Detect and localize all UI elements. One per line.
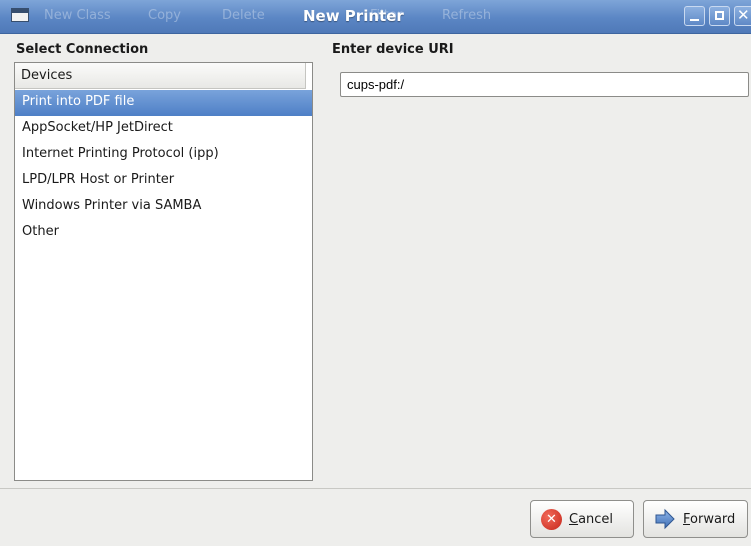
close-button[interactable]: ✕: [734, 6, 751, 26]
ghost-toolbar-item: New Class: [44, 8, 111, 23]
cancel-button[interactable]: ✕ Cancel: [530, 500, 634, 538]
list-item-print-into-pdf[interactable]: Print into PDF file: [15, 90, 312, 116]
minimize-icon: [690, 19, 699, 21]
list-item-ipp[interactable]: Internet Printing Protocol (ipp): [15, 142, 312, 168]
devices-column-header[interactable]: Devices: [15, 63, 306, 89]
list-item-samba[interactable]: Windows Printer via SAMBA: [15, 194, 312, 220]
list-item-other[interactable]: Other: [15, 220, 312, 246]
forward-label: Forward: [683, 511, 736, 527]
ghost-toolbar-item: Copy: [148, 8, 181, 23]
ghost-toolbar-item: Delete: [222, 8, 265, 23]
cancel-icon: ✕: [541, 508, 562, 530]
window-title: New Printer: [303, 7, 404, 25]
minimize-button[interactable]: [684, 6, 705, 26]
connection-list[interactable]: Devices Print into PDF file AppSocket/HP…: [14, 62, 313, 481]
forward-arrow-icon: [655, 508, 675, 530]
close-icon: ✕: [737, 6, 750, 24]
forward-button[interactable]: Forward: [643, 500, 748, 538]
list-item-lpd-lpr[interactable]: LPD/LPR Host or Printer: [15, 168, 312, 194]
title-bar[interactable]: New Class Copy Delete Filter Refresh New…: [0, 0, 751, 34]
connection-list-items: Print into PDF file AppSocket/HP JetDire…: [15, 90, 312, 246]
list-item-appsocket[interactable]: AppSocket/HP JetDirect: [15, 116, 312, 142]
maximize-icon: [715, 11, 724, 20]
device-uri-input[interactable]: [340, 72, 749, 97]
select-connection-heading: Select Connection: [16, 42, 149, 57]
ghost-toolbar-item: Refresh: [442, 8, 492, 23]
device-uri-heading: Enter device URI: [332, 42, 454, 57]
maximize-button[interactable]: [709, 6, 730, 26]
button-area-separator: [0, 488, 751, 489]
window-icon: [11, 8, 29, 22]
cancel-label: Cancel: [569, 511, 614, 527]
